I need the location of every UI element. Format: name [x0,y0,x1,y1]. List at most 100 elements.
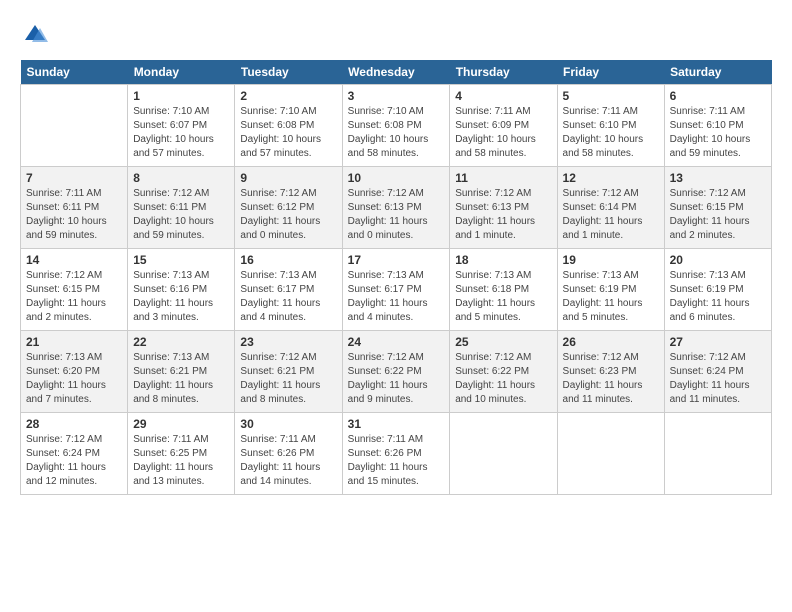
calendar-cell: 17Sunrise: 7:13 AM Sunset: 6:17 PM Dayli… [342,249,450,331]
calendar-cell [21,85,128,167]
day-number: 8 [133,171,229,185]
calendar-cell: 30 Sunrise: 7:11 AM Sunset: 6:26 PM Dayli… [235,413,342,495]
calendar-cell: 23 Sunrise: 7:12 AM Sunset: 6:21 PM Dayli… [235,331,342,413]
day-number: 16 [240,253,336,267]
calendar-cell: 19 Sunrise: 7:13 AM Sunset: 6:19 PM Dayli… [557,249,664,331]
weekday-header-thursday: Thursday [450,60,557,85]
day-info: Sunrise: 7:12 AM Sunset: 6:24 PM Dayligh… [670,351,766,407]
calendar-cell: 24 Sunrise: 7:12 AM Sunset: 6:22 PM Dayli… [342,331,450,413]
week-row-1: 7Sunrise: 7:11 AM Sunset: 6:11 PM Daylig… [21,167,772,249]
calendar-header: SundayMondayTuesdayWednesdayThursdayFrid… [21,60,772,85]
day-number: 9 [240,171,336,185]
calendar-cell: 21 Sunrise: 7:13 AM Sunset: 6:20 PM Dayli… [21,331,128,413]
day-number: 28 [26,417,122,431]
calendar-cell: 7Sunrise: 7:11 AM Sunset: 6:11 PM Daylig… [21,167,128,249]
calendar-cell: 3 Sunrise: 7:10 AM Sunset: 6:08 PM Daylig… [342,85,450,167]
calendar-cell: 16 Sunrise: 7:13 AM Sunset: 6:17 PM Dayli… [235,249,342,331]
calendar-cell: 14Sunrise: 7:12 AM Sunset: 6:15 PM Dayli… [21,249,128,331]
calendar-table: SundayMondayTuesdayWednesdayThursdayFrid… [20,60,772,495]
day-info: Sunrise: 7:12 AM Sunset: 6:22 PM Dayligh… [348,351,445,407]
day-number: 11 [455,171,551,185]
day-number: 29 [133,417,229,431]
day-info: Sunrise: 7:12 AM Sunset: 6:13 PM Dayligh… [348,187,445,243]
day-number: 14 [26,253,122,267]
week-row-2: 14Sunrise: 7:12 AM Sunset: 6:15 PM Dayli… [21,249,772,331]
day-number: 2 [240,89,336,103]
calendar-cell: 5Sunrise: 7:11 AM Sunset: 6:10 PM Daylig… [557,85,664,167]
day-info: Sunrise: 7:13 AM Sunset: 6:20 PM Dayligh… [26,351,122,407]
day-info: Sunrise: 7:11 AM Sunset: 6:25 PM Dayligh… [133,433,229,489]
header [20,20,772,50]
day-number: 22 [133,335,229,349]
weekday-header-wednesday: Wednesday [342,60,450,85]
day-info: Sunrise: 7:12 AM Sunset: 6:12 PM Dayligh… [240,187,336,243]
calendar-cell: 1Sunrise: 7:10 AM Sunset: 6:07 PM Daylig… [128,85,235,167]
day-number: 21 [26,335,122,349]
day-number: 19 [563,253,659,267]
week-row-4: 28Sunrise: 7:12 AM Sunset: 6:24 PM Dayli… [21,413,772,495]
day-info: Sunrise: 7:11 AM Sunset: 6:10 PM Dayligh… [670,105,766,161]
day-number: 3 [348,89,445,103]
day-info: Sunrise: 7:13 AM Sunset: 6:17 PM Dayligh… [240,269,336,325]
day-info: Sunrise: 7:13 AM Sunset: 6:19 PM Dayligh… [563,269,659,325]
day-info: Sunrise: 7:11 AM Sunset: 6:26 PM Dayligh… [348,433,445,489]
day-info: Sunrise: 7:12 AM Sunset: 6:15 PM Dayligh… [670,187,766,243]
day-number: 12 [563,171,659,185]
calendar-cell: 25 Sunrise: 7:12 AM Sunset: 6:22 PM Dayli… [450,331,557,413]
calendar-cell [664,413,771,495]
calendar-cell [557,413,664,495]
calendar-cell: 22Sunrise: 7:13 AM Sunset: 6:21 PM Dayli… [128,331,235,413]
day-info: Sunrise: 7:12 AM Sunset: 6:21 PM Dayligh… [240,351,336,407]
calendar-cell: 4 Sunrise: 7:11 AM Sunset: 6:09 PM Daylig… [450,85,557,167]
weekday-header-sunday: Sunday [21,60,128,85]
day-number: 31 [348,417,445,431]
calendar-cell: 10 Sunrise: 7:12 AM Sunset: 6:13 PM Dayli… [342,167,450,249]
day-number: 4 [455,89,551,103]
day-number: 13 [670,171,766,185]
calendar-cell: 6 Sunrise: 7:11 AM Sunset: 6:10 PM Daylig… [664,85,771,167]
calendar-cell [450,413,557,495]
day-info: Sunrise: 7:11 AM Sunset: 6:26 PM Dayligh… [240,433,336,489]
day-number: 18 [455,253,551,267]
calendar-cell: 2 Sunrise: 7:10 AM Sunset: 6:08 PM Daylig… [235,85,342,167]
calendar-cell: 12 Sunrise: 7:12 AM Sunset: 6:14 PM Dayli… [557,167,664,249]
calendar-cell: 8 Sunrise: 7:12 AM Sunset: 6:11 PM Daylig… [128,167,235,249]
day-info: Sunrise: 7:13 AM Sunset: 6:19 PM Dayligh… [670,269,766,325]
weekday-header-friday: Friday [557,60,664,85]
week-row-0: 1Sunrise: 7:10 AM Sunset: 6:07 PM Daylig… [21,85,772,167]
day-info: Sunrise: 7:10 AM Sunset: 6:08 PM Dayligh… [348,105,445,161]
weekday-header-saturday: Saturday [664,60,771,85]
day-info: Sunrise: 7:11 AM Sunset: 6:09 PM Dayligh… [455,105,551,161]
calendar-cell: 27Sunrise: 7:12 AM Sunset: 6:24 PM Dayli… [664,331,771,413]
day-info: Sunrise: 7:12 AM Sunset: 6:11 PM Dayligh… [133,187,229,243]
day-number: 25 [455,335,551,349]
day-number: 23 [240,335,336,349]
day-info: Sunrise: 7:13 AM Sunset: 6:18 PM Dayligh… [455,269,551,325]
page-container: SundayMondayTuesdayWednesdayThursdayFrid… [0,0,792,505]
day-info: Sunrise: 7:12 AM Sunset: 6:23 PM Dayligh… [563,351,659,407]
day-info: Sunrise: 7:12 AM Sunset: 6:14 PM Dayligh… [563,187,659,243]
day-info: Sunrise: 7:12 AM Sunset: 6:13 PM Dayligh… [455,187,551,243]
calendar-cell: 31 Sunrise: 7:11 AM Sunset: 6:26 PM Dayli… [342,413,450,495]
calendar-cell: 28Sunrise: 7:12 AM Sunset: 6:24 PM Dayli… [21,413,128,495]
day-info: Sunrise: 7:10 AM Sunset: 6:07 PM Dayligh… [133,105,229,161]
calendar-cell: 18 Sunrise: 7:13 AM Sunset: 6:18 PM Dayli… [450,249,557,331]
calendar-cell: 15Sunrise: 7:13 AM Sunset: 6:16 PM Dayli… [128,249,235,331]
day-info: Sunrise: 7:13 AM Sunset: 6:17 PM Dayligh… [348,269,445,325]
weekday-header-monday: Monday [128,60,235,85]
day-info: Sunrise: 7:10 AM Sunset: 6:08 PM Dayligh… [240,105,336,161]
calendar-cell: 26Sunrise: 7:12 AM Sunset: 6:23 PM Dayli… [557,331,664,413]
day-number: 24 [348,335,445,349]
week-row-3: 21 Sunrise: 7:13 AM Sunset: 6:20 PM Dayli… [21,331,772,413]
day-info: Sunrise: 7:12 AM Sunset: 6:22 PM Dayligh… [455,351,551,407]
day-number: 6 [670,89,766,103]
day-number: 30 [240,417,336,431]
calendar-cell: 20Sunrise: 7:13 AM Sunset: 6:19 PM Dayli… [664,249,771,331]
logo [20,20,55,50]
weekday-header-tuesday: Tuesday [235,60,342,85]
day-info: Sunrise: 7:11 AM Sunset: 6:11 PM Dayligh… [26,187,122,243]
day-number: 5 [563,89,659,103]
weekday-header-row: SundayMondayTuesdayWednesdayThursdayFrid… [21,60,772,85]
day-info: Sunrise: 7:13 AM Sunset: 6:16 PM Dayligh… [133,269,229,325]
day-number: 10 [348,171,445,185]
